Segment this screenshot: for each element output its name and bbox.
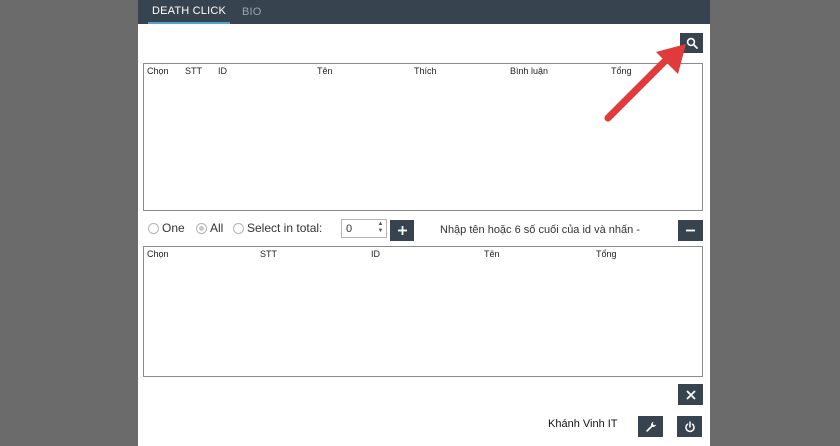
power-icon	[684, 420, 695, 432]
column-header: Tên	[484, 249, 500, 259]
radio-all[interactable]	[196, 223, 207, 234]
tab-death-click[interactable]: DEATH CLICK	[148, 0, 230, 24]
minus-icon	[686, 229, 695, 232]
tab-bio[interactable]: BIO	[238, 0, 266, 24]
power-button[interactable]	[677, 416, 702, 437]
column-header: Tổng	[596, 249, 617, 259]
plus-icon	[397, 226, 407, 235]
total-stepper[interactable]: 0 ▲ ▼	[341, 219, 387, 238]
column-header: Tổng	[611, 66, 632, 76]
total-value: 0	[346, 223, 353, 235]
column-header: Thích	[414, 66, 437, 76]
search-button[interactable]	[680, 33, 703, 53]
clear-button[interactable]	[678, 384, 703, 405]
radio-one-label: One	[162, 221, 185, 235]
radio-select-total[interactable]	[233, 223, 244, 234]
stepper-arrows-icon[interactable]: ▲ ▼	[376, 221, 385, 236]
radio-one[interactable]	[148, 223, 159, 234]
close-icon	[685, 389, 696, 400]
add-button[interactable]	[390, 220, 414, 241]
radio-select-total-label: Select in total:	[247, 221, 323, 235]
column-header: Chọn	[147, 66, 169, 76]
column-header: ID	[218, 66, 227, 76]
app-window: DEATH CLICK BIO Chọn STT ID Tên Thích Bì…	[138, 0, 710, 446]
column-header: STT	[260, 249, 277, 259]
column-header: STT	[185, 66, 202, 76]
remove-button[interactable]	[678, 220, 703, 241]
column-header: Tên	[317, 66, 333, 76]
settings-button[interactable]	[638, 416, 663, 437]
column-header: Chọn	[147, 249, 169, 259]
column-header: ID	[371, 249, 380, 259]
selected-table[interactable]: Chọn STT ID Tên Tổng	[143, 246, 703, 377]
author-label: Khánh Vinh IT	[548, 418, 618, 430]
posts-table[interactable]: Chọn STT ID Tên Thích Bình luận Tổng	[143, 63, 703, 211]
radio-all-label: All	[210, 221, 224, 235]
search-hint: Nhập tên hoặc 6 số cuối của id và nhấn -	[440, 224, 640, 236]
search-icon	[686, 37, 698, 49]
column-header: Bình luận	[510, 66, 549, 76]
wrench-icon	[645, 421, 656, 432]
tab-bar: DEATH CLICK BIO	[138, 0, 710, 24]
